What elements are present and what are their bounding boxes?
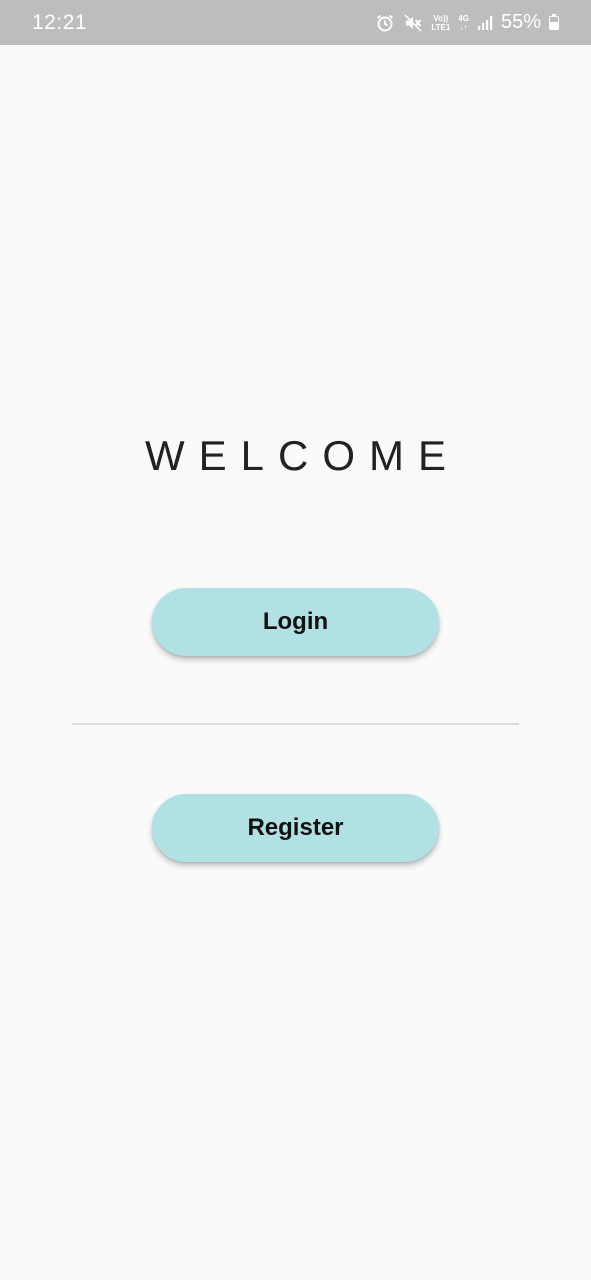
battery-level bbox=[550, 21, 558, 29]
welcome-title: WELCOME bbox=[144, 432, 460, 479]
4g-icon: 4G ↓↑ bbox=[458, 14, 469, 32]
status-bar: 12:21 Vo)) LTE1 4G ↓↑ 55% bbox=[0, 0, 591, 45]
network-arrows: ↓↑ bbox=[459, 22, 468, 32]
network-type-label: 4G bbox=[458, 13, 469, 23]
battery-icon bbox=[549, 13, 559, 30]
battery-percent: 55% bbox=[500, 11, 541, 33]
volte-top-label: Vo)) bbox=[433, 13, 449, 23]
mute-icon bbox=[403, 13, 423, 33]
status-time: 12:21 bbox=[32, 10, 88, 34]
alarm-icon bbox=[375, 13, 395, 33]
signal-icon bbox=[477, 15, 493, 31]
volte-icon: Vo)) LTE1 bbox=[431, 14, 450, 32]
login-button[interactable]: Login bbox=[152, 588, 439, 656]
divider bbox=[72, 723, 519, 725]
status-icons: Vo)) LTE1 4G ↓↑ 55% bbox=[375, 0, 559, 45]
register-button[interactable]: Register bbox=[152, 794, 439, 862]
volte-bottom-label: LTE1 bbox=[431, 22, 451, 32]
